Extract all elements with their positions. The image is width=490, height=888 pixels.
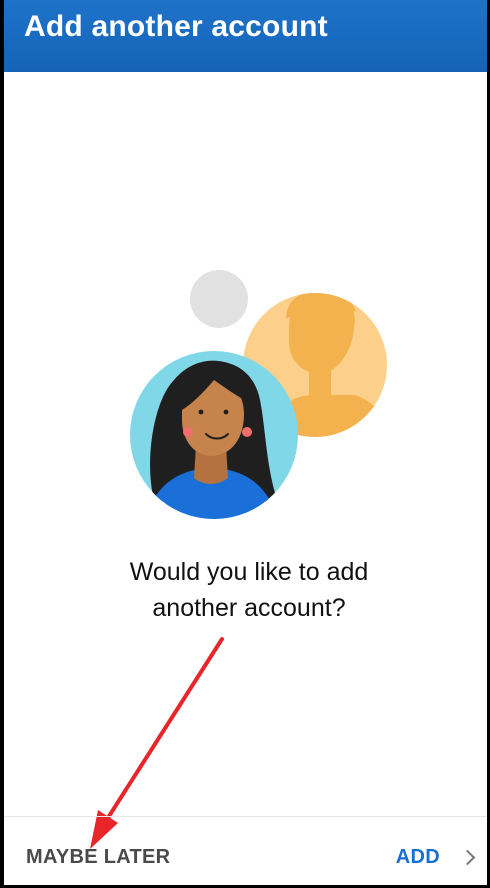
secondary-avatar-icon [243, 293, 387, 437]
add-button-label: ADD [395, 846, 440, 868]
red-arrow-annotation [90, 637, 224, 849]
placeholder-avatar-icon [190, 270, 248, 328]
maybe-later-button[interactable]: MAYBE LATER [26, 846, 170, 869]
screen-frame: Add another account Would you like to ad… [0, 0, 490, 888]
accounts-people-illustration [90, 270, 387, 849]
add-button[interactable]: ADD [395, 846, 476, 869]
add-account-question: Would you like to add another account? [4, 554, 487, 626]
question-line-2: another account? [152, 594, 346, 622]
primary-avatar-icon [130, 351, 298, 519]
app-header: Add another account [4, 0, 487, 72]
question-line-1: Would you like to add [129, 558, 369, 586]
chevron-right-icon [459, 849, 476, 866]
page-title: Add another account [24, 10, 328, 43]
footer-divider [4, 816, 487, 817]
